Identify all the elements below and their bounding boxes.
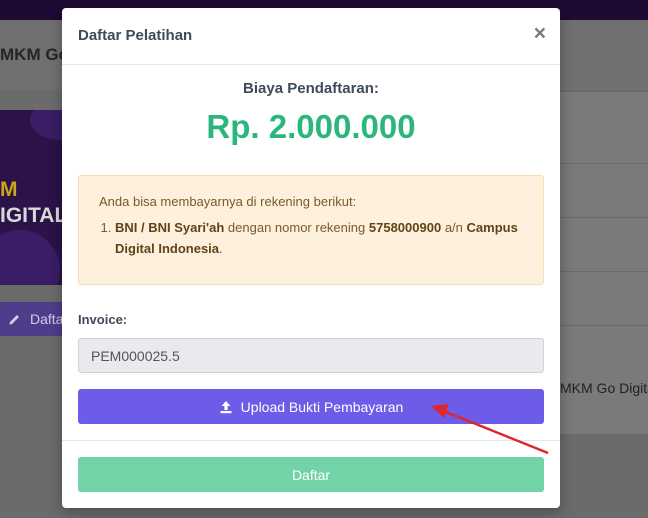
background-register-label: Dafta — [30, 311, 64, 327]
upload-icon — [220, 400, 232, 413]
background-divider — [558, 271, 648, 272]
upload-proof-label: Upload Bukti Pembayaran — [240, 398, 404, 415]
background-register-button[interactable]: Dafta — [0, 302, 64, 336]
register-modal: Daftar Pelatihan × Biaya Pendaftaran: Rp… — [62, 8, 560, 508]
upload-proof-button[interactable]: Upload Bukti Pembayaran — [78, 389, 544, 424]
submit-register-button[interactable]: Daftar — [78, 457, 544, 492]
background-course-title: MKM Go Digita — [560, 380, 648, 396]
bank-name: BNI / BNI Syari'ah — [115, 220, 225, 235]
payment-account-item: BNI / BNI Syari'ah dengan nomor rekening… — [115, 217, 523, 259]
fee-amount: Rp. 2.000.000 — [206, 108, 416, 145]
background-divider — [558, 325, 648, 326]
background-header-title: MKM Go — [0, 45, 69, 64]
modal-title: Daftar Pelatihan — [78, 27, 193, 44]
invoice-field[interactable] — [78, 338, 544, 373]
banner-text-1: M — [0, 178, 18, 201]
background-course-banner: M IGITAL — [0, 110, 64, 285]
fee-label: Biaya Pendaftaran: — [243, 80, 379, 97]
background-divider — [558, 217, 648, 218]
account-holder-prefix: a/n — [444, 220, 463, 235]
invoice-label: Invoice: — [78, 312, 128, 327]
modal-footer-divider — [62, 440, 560, 441]
account-text: dengan nomor rekening — [227, 220, 366, 235]
payment-account-list: BNI / BNI Syari'ah dengan nomor rekening… — [99, 217, 523, 259]
background-divider — [558, 163, 648, 164]
banner-text-2: IGITAL — [0, 204, 64, 227]
account-number: 5758000900 — [368, 220, 442, 235]
close-icon[interactable]: × — [534, 23, 546, 44]
payment-info-intro: Anda bisa membayarnya di rekening beriku… — [99, 194, 357, 209]
account-end-punct: . — [219, 241, 223, 256]
pencil-icon — [9, 315, 19, 325]
payment-info-box: Anda bisa membayarnya di rekening beriku… — [78, 175, 544, 285]
modal-header: Daftar Pelatihan × — [62, 8, 560, 65]
